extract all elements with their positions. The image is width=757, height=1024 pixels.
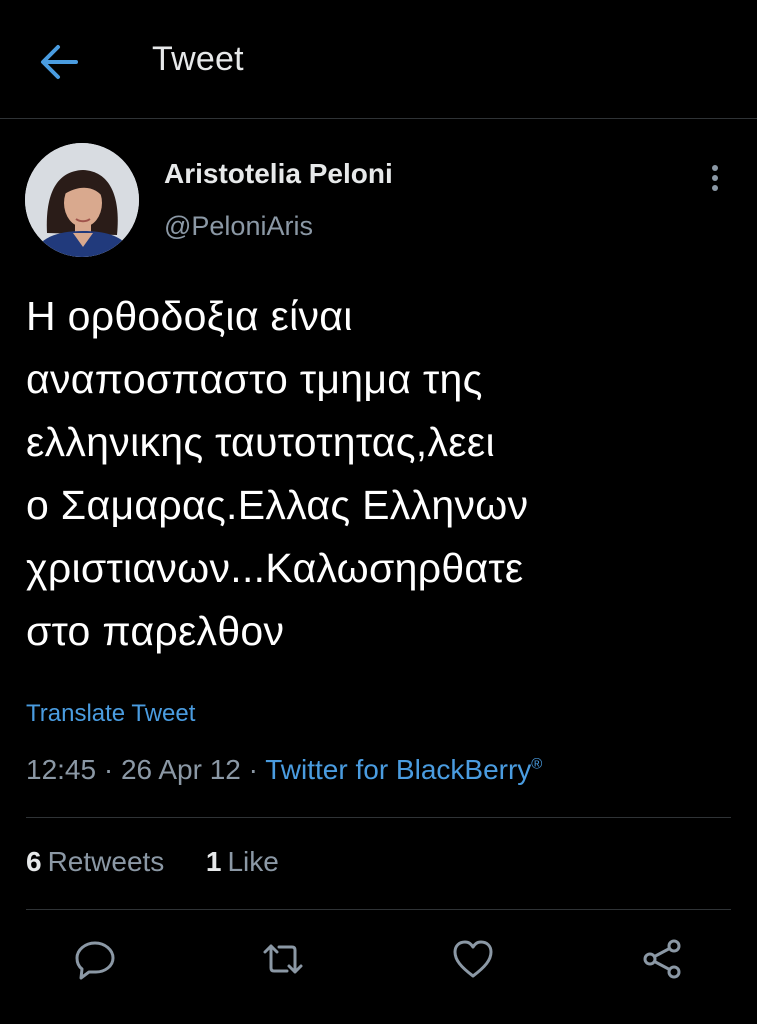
avatar[interactable] [25,143,139,257]
page-title: Tweet [152,40,244,78]
tweet-line: ελληνικης ταυτοτητας,λεει [26,419,495,465]
retweet-button[interactable] [259,935,307,983]
divider [26,909,731,910]
author-name[interactable]: Aristotelia Peloni [164,158,393,190]
retweet-icon [263,944,303,974]
retweets-count: 6 [26,846,42,877]
reply-icon [75,941,115,980]
divider [26,817,731,818]
more-options-button[interactable] [700,160,730,196]
meta-separator: · [96,754,121,785]
tweet-line: χριστιανων...Καλωσηρθατε [26,545,524,591]
registered-mark: ® [531,755,543,773]
arrow-left-icon [41,45,78,79]
like-icon [453,940,493,978]
more-vertical-icon [712,165,718,191]
tweet-date: 26 Apr 12 [120,754,241,785]
tweet-line: ο Σαμαρας.Ελλας Ελληνων [26,482,529,528]
tweet-line: Η ορθοδοξια είναι [26,293,353,339]
meta-separator: · [240,754,266,785]
likes-stat[interactable]: 1 Like [206,846,279,878]
top-bar: Tweet [0,0,757,119]
reply-button[interactable] [71,935,119,983]
retweets-label: Retweets [47,846,165,877]
profile-photo [25,143,139,257]
back-button[interactable] [36,42,80,82]
tweet-line: αναποσπαστο τμημα της [26,356,483,402]
tweet-source: Twitter for BlackBerry [265,754,532,785]
tweet-line: στο παρελθον [26,608,285,654]
share-button[interactable] [638,935,686,983]
likes-label: Like [227,846,279,877]
share-icon [643,939,681,979]
like-button[interactable] [449,935,497,983]
tweet-stats: 6 Retweets 1 Like [26,846,279,878]
tweet-meta: 12:45 · 26 Apr 12 · Twitter for BlackBer… [26,754,542,786]
tweet-text: Η ορθοδοξια είναι αναποσπαστο τμημα της … [26,285,736,663]
tweet-source-link[interactable]: Twitter for BlackBerry® [265,754,542,785]
author-handle[interactable]: @PeloniAris [164,211,313,242]
tweet-time: 12:45 [26,754,97,785]
translate-tweet-link[interactable]: Translate Tweet [26,700,195,728]
likes-count: 1 [205,846,222,877]
retweets-stat[interactable]: 6 Retweets [26,846,164,878]
